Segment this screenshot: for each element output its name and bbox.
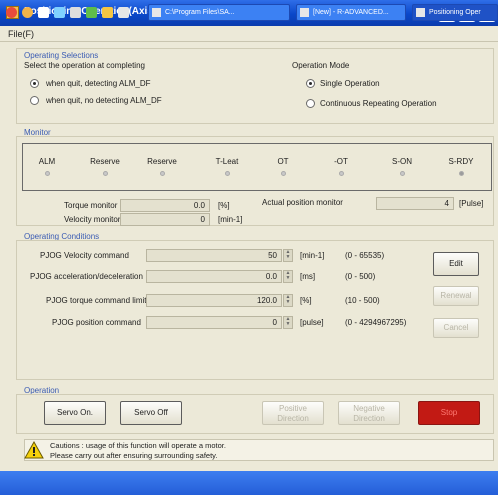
r-app-icon [300,8,309,17]
quicklaunch-app3-icon[interactable] [118,7,129,18]
velocity-command-spin[interactable]: ▲ ▼ [283,249,293,262]
signal-minus-ot-label: -OT [334,157,348,166]
velocity-monitor-unit: [min-1] [218,215,243,224]
position-monitor-value: 4 [376,197,454,210]
task-positioning-label: Positioning Oper [429,9,481,16]
velocity-monitor-value: 0 [120,213,210,226]
quicklaunch-app1-icon[interactable] [86,7,97,18]
quicklaunch-explorer-icon[interactable] [70,7,81,18]
signal-minus-ot-led [339,171,344,176]
velocity-monitor-label: Velocity monitor [64,215,121,224]
menu-bar: File(F) [0,26,498,42]
torque-monitor-unit: [%] [218,201,230,210]
torque-monitor-label: Torque monitor [64,201,118,210]
task-program-files-label: C:\Program Files\SA... [165,9,235,16]
task-r-advanced-label: [New] - R-ADVANCED... [313,9,389,16]
velocity-command-range: (0 - 65535) [345,251,385,260]
position-command-range: (0 - 4294967295) [345,318,407,327]
signal-ot-led [281,171,286,176]
signal-son-led [400,171,405,176]
negative-direction-button[interactable]: Negative Direction [338,401,400,425]
radio-detecting-alm-label: when quit, detecting ALM_DF [46,79,151,88]
radio-no-detecting-alm-label: when quit, no detecting ALM_DF [46,96,162,105]
position-command-input[interactable]: 0 [146,316,282,329]
radio-continuous-operation[interactable] [306,99,315,108]
signal-tleat-label: T-Leat [215,157,239,166]
acceleration-spin[interactable]: ▲ ▼ [283,270,293,283]
quicklaunch-desktop-icon[interactable] [54,7,65,18]
torque-limit-unit: [%] [300,296,312,305]
servo-on-button[interactable]: Servo On. [44,401,106,425]
torque-monitor-value: 0.0 [120,199,210,212]
signal-monitor-box [22,143,492,191]
caution-line-1: Cautions : usage of this function will o… [50,441,226,450]
start-icon[interactable] [6,7,17,18]
position-command-unit: [pulse] [300,318,324,327]
radio-no-detecting-alm[interactable] [30,96,39,105]
acceleration-unit: [ms] [300,272,316,281]
torque-limit-input[interactable]: 120.0 [146,294,282,307]
acceleration-input[interactable]: 0.0 [146,270,282,283]
position-command-label: PJOG position command [52,318,141,327]
radio-detecting-alm[interactable] [30,79,39,88]
caution-line-2: Please carry out after ensuring surround… [50,451,218,460]
window-icon [416,8,425,17]
velocity-command-unit: [min-1] [300,251,325,260]
signal-reserve1-label: Reserve [90,157,120,166]
torque-limit-label: PJOG torque command limit [46,296,147,305]
signal-reserve2-led [160,171,165,176]
operation-mode-title: Operation Mode [292,61,350,70]
quicklaunch-app2-icon[interactable] [102,7,113,18]
acceleration-label: PJOG acceleration/deceleration [30,272,143,281]
radio-single-operation[interactable] [306,79,315,88]
position-command-spin[interactable]: ▲ ▼ [283,316,293,329]
radio-single-operation-label: Single Operation [320,79,380,88]
signal-alm-led [45,171,50,176]
position-monitor-label: Actual position monitor [262,198,343,207]
stop-button[interactable]: Stop [418,401,480,425]
torque-limit-range: (10 - 500) [345,296,380,305]
acceleration-range: (0 - 500) [345,272,376,281]
task-positioning[interactable]: Positioning Oper [412,4,498,21]
cancel-button[interactable]: Cancel [433,318,479,338]
edit-button[interactable]: Edit [433,252,479,276]
task-r-advanced[interactable]: [New] - R-ADVANCED... [296,4,406,21]
signal-reserve1-led [103,171,108,176]
velocity-command-label: PJOG Velocity command [40,251,129,260]
signal-son-label: S-ON [392,157,412,166]
signal-srdy-label: S-RDY [448,157,474,166]
torque-limit-spin[interactable]: ▲ ▼ [283,294,293,307]
servo-off-button[interactable]: Servo Off [120,401,182,425]
operating-selections-title: Operating Selections [24,51,99,60]
signal-ot-label: OT [277,157,289,166]
signal-alm-label: ALM [38,157,56,166]
warning-icon [24,441,44,459]
quicklaunch-browser-icon[interactable] [22,7,33,18]
quicklaunch-media-icon[interactable] [38,7,49,18]
position-monitor-unit: [Pulse] [459,199,484,208]
signal-srdy-led [459,171,464,176]
operating-selections-subtitle: Select the operation at completing [24,61,145,70]
menu-file[interactable]: File(F) [8,29,34,39]
velocity-command-input[interactable]: 50 [146,249,282,262]
signal-reserve2-label: Reserve [147,157,177,166]
renewal-button[interactable]: Renewal [433,286,479,306]
folder-icon [152,8,161,17]
radio-continuous-operation-label: Continuous Repeating Operation [320,99,437,108]
positive-direction-button[interactable]: Positive Direction [262,401,324,425]
taskbar [0,471,498,495]
signal-tleat-led [225,171,230,176]
task-program-files[interactable]: C:\Program Files\SA... [148,4,290,21]
